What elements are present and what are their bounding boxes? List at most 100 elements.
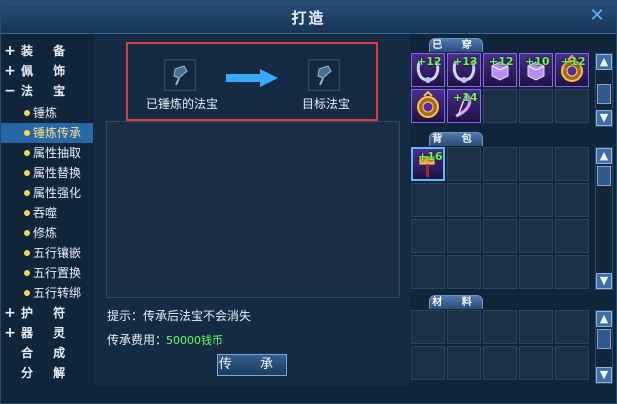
bag-tab[interactable]: 背 包 xyxy=(429,132,483,146)
nav-subitem[interactable]: 属性替换 xyxy=(1,163,93,183)
close-icon[interactable]: ✕ xyxy=(586,6,608,26)
equipped-scrollbar[interactable]: ▲ ▼ xyxy=(595,53,613,127)
equipped-tab[interactable]: 已 穿 xyxy=(429,38,483,52)
nav-label: 装 备 xyxy=(21,44,74,58)
inventory-cell[interactable] xyxy=(447,255,481,289)
nav-category[interactable]: 合 成 xyxy=(1,343,93,363)
scroll-thumb[interactable] xyxy=(597,166,611,186)
nav-subitem[interactable]: 修炼 xyxy=(1,223,93,243)
nav-label: 属性抽取 xyxy=(33,146,82,160)
nav-label: 佩 饰 xyxy=(21,64,74,78)
scroll-thumb[interactable] xyxy=(597,329,611,349)
inventory-cell[interactable] xyxy=(447,147,481,181)
target-treasure-slot[interactable] xyxy=(308,59,340,91)
inventory-cell[interactable]: +16 xyxy=(411,147,445,181)
inventory-cell[interactable] xyxy=(555,219,589,253)
expand-icon[interactable]: + xyxy=(4,41,16,61)
inventory-cell[interactable] xyxy=(519,310,553,344)
scroll-up-icon[interactable]: ▲ xyxy=(596,311,612,327)
item-level-label: +12 xyxy=(561,55,586,68)
nav-label: 属性强化 xyxy=(33,186,82,200)
item-level-label: +13 xyxy=(453,55,478,68)
nav-category[interactable]: + 装 备 xyxy=(1,41,93,61)
nav-label: 五行镶嵌 xyxy=(33,246,82,260)
scroll-down-icon[interactable]: ▼ xyxy=(596,367,612,383)
materials-tab[interactable]: 材 料 xyxy=(429,295,483,309)
inventory-cell[interactable]: +12 xyxy=(555,53,589,87)
scroll-up-icon[interactable]: ▲ xyxy=(596,148,612,164)
inventory-cell[interactable]: +12 xyxy=(483,53,517,87)
inventory-cell[interactable] xyxy=(447,219,481,253)
inventory-cell[interactable] xyxy=(411,255,445,289)
nav-category[interactable]: + 器 灵 xyxy=(1,323,93,343)
nav-category[interactable]: + 佩 饰 xyxy=(1,61,93,81)
expand-icon[interactable]: + xyxy=(4,61,16,81)
inventory-cell[interactable] xyxy=(483,346,517,380)
inventory-cell[interactable]: +10 xyxy=(519,53,553,87)
inventory-cell[interactable] xyxy=(483,89,517,123)
materials-scrollbar[interactable]: ▲ ▼ xyxy=(595,310,613,384)
nav-subitem[interactable]: 锤炼传承 xyxy=(1,123,93,143)
inventory-cell[interactable] xyxy=(483,310,517,344)
inventory-cell[interactable] xyxy=(483,255,517,289)
nav-subitem[interactable]: 五行镶嵌 xyxy=(1,243,93,263)
inventory-panel: 已 穿 +12 +13 +12 +10 +12 +14 ▲ ▼ 背 包 +16 ▲ ▼ 材… xyxy=(411,35,616,385)
bag-scrollbar[interactable]: ▲ ▼ xyxy=(595,147,613,290)
inventory-cell[interactable] xyxy=(519,255,553,289)
inventory-cell[interactable] xyxy=(447,183,481,217)
inventory-cell[interactable] xyxy=(411,346,445,380)
inventory-cell[interactable] xyxy=(555,89,589,123)
amulet-icon xyxy=(412,90,444,126)
inherit-button[interactable]: 传 承 xyxy=(217,354,287,376)
scroll-down-icon[interactable]: ▼ xyxy=(596,110,612,126)
inventory-cell[interactable] xyxy=(555,147,589,181)
nav-category[interactable]: 分 解 xyxy=(1,363,93,383)
forge-window: 打造 ✕ + 装 备 + 佩 饰 − 法 宝锤炼 锤炼传承 属性抽取 属性替换 属性强化 吞噬 修炼五… xyxy=(0,0,617,404)
inventory-cell[interactable] xyxy=(519,346,553,380)
nav-label: 属性替换 xyxy=(33,166,82,180)
expand-icon[interactable]: + xyxy=(4,323,16,343)
inventory-cell[interactable] xyxy=(555,346,589,380)
inventory-cell[interactable] xyxy=(519,183,553,217)
inventory-cell[interactable] xyxy=(555,310,589,344)
item-level-label: +10 xyxy=(525,55,550,68)
item-level-label: +12 xyxy=(489,55,514,68)
inventory-cell[interactable] xyxy=(519,147,553,181)
inventory-cell[interactable]: +14 xyxy=(447,89,481,123)
inventory-cell[interactable]: +13 xyxy=(447,53,481,87)
cost-value: 50000钱币 xyxy=(166,334,223,347)
item-level-label: +16 xyxy=(418,150,443,163)
nav-subitem[interactable]: 吞噬 xyxy=(1,203,93,223)
collapse-icon[interactable]: − xyxy=(4,81,16,101)
inventory-cell[interactable] xyxy=(447,346,481,380)
inventory-cell[interactable] xyxy=(411,183,445,217)
inventory-cell[interactable] xyxy=(411,219,445,253)
source-treasure-slot[interactable] xyxy=(164,59,196,91)
nav-category[interactable]: − 法 宝 xyxy=(1,81,93,101)
nav-subitem[interactable]: 属性抽取 xyxy=(1,143,93,163)
inventory-cell[interactable] xyxy=(555,255,589,289)
scroll-up-icon[interactable]: ▲ xyxy=(596,54,612,70)
nav-category[interactable]: + 护 符 xyxy=(1,303,93,323)
bullet-icon xyxy=(24,250,30,256)
inventory-cell[interactable] xyxy=(555,183,589,217)
nav-subitem[interactable]: 五行置换 xyxy=(1,263,93,283)
inventory-cell[interactable] xyxy=(411,89,445,123)
inventory-cell[interactable] xyxy=(483,183,517,217)
inventory-cell[interactable] xyxy=(483,219,517,253)
scroll-down-icon[interactable]: ▼ xyxy=(596,273,612,289)
inventory-cell[interactable] xyxy=(519,219,553,253)
expand-icon[interactable]: + xyxy=(4,303,16,323)
nav-subitem[interactable]: 锤炼 xyxy=(1,103,93,123)
item-level-label: +14 xyxy=(453,91,478,104)
nav-subitem[interactable]: 五行转绑 xyxy=(1,283,93,303)
bullet-icon xyxy=(24,210,30,216)
scroll-thumb[interactable] xyxy=(597,84,611,104)
inventory-cell[interactable] xyxy=(483,147,517,181)
inventory-cell[interactable] xyxy=(411,310,445,344)
inventory-cell[interactable] xyxy=(447,310,481,344)
bow-icon xyxy=(448,92,480,126)
inventory-cell[interactable]: +12 xyxy=(411,53,445,87)
nav-subitem[interactable]: 属性强化 xyxy=(1,183,93,203)
inventory-cell[interactable] xyxy=(519,89,553,123)
